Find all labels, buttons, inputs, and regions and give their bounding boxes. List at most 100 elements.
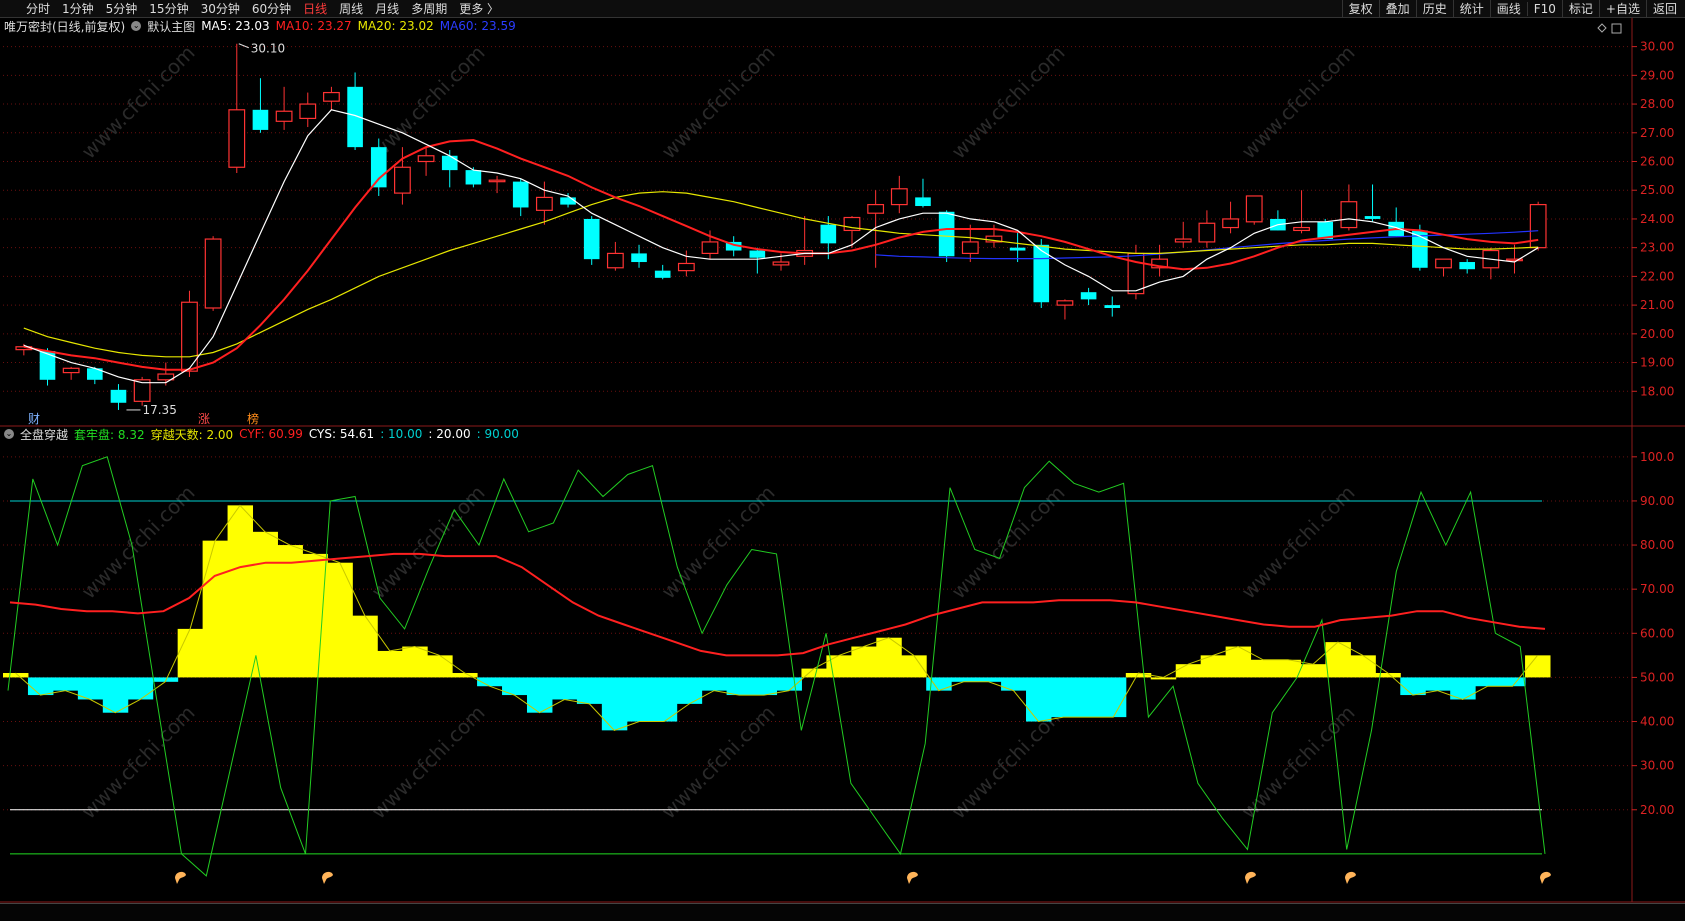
candle-body-up — [677, 262, 695, 272]
signal-flag-icon — [1345, 871, 1356, 884]
histogram-bar — [951, 677, 977, 682]
candle-body-down — [1364, 216, 1381, 219]
signal-flag-icon — [322, 871, 333, 884]
watermark: www.cfchi.com — [1237, 701, 1360, 824]
candle-body-down — [749, 250, 766, 258]
histogram-bar — [402, 646, 428, 678]
date-axis-bar — [0, 903, 1685, 921]
histogram-bar — [1026, 677, 1052, 722]
histogram-bar — [1400, 677, 1426, 696]
histogram-bar — [202, 540, 229, 678]
high-pointer — [238, 43, 249, 49]
signal-flag-shape — [1540, 871, 1551, 884]
candle-body-up — [1245, 195, 1263, 223]
watermark: www.cfchi.com — [1237, 481, 1360, 604]
watermark: www.cfchi.com — [947, 41, 1070, 164]
candle-body-down — [1009, 247, 1026, 251]
histogram-bar — [676, 677, 703, 704]
candle-body-up — [535, 196, 553, 211]
high-label: 30.10 — [251, 42, 285, 56]
candle-body-up — [417, 155, 435, 163]
histogram-bar — [1275, 659, 1301, 678]
event-marker-bang: 榜 — [247, 411, 259, 426]
histogram-bar — [327, 562, 353, 678]
signal-flag-shape — [322, 871, 333, 884]
candle-body-up — [228, 109, 246, 168]
main-tick-label: 27.00 — [1640, 126, 1674, 140]
histogram-bar — [1350, 655, 1376, 678]
watermark: www.cfchi.com — [1237, 41, 1360, 164]
candle-body-down — [465, 170, 482, 185]
main-tick-label: 23.00 — [1640, 241, 1674, 255]
sub-tick-label: 50.00 — [1640, 670, 1674, 684]
histogram-bar — [851, 646, 877, 678]
histogram-bar — [227, 505, 254, 678]
signal-flag-shape — [1245, 871, 1256, 884]
sub-tick-label: 30.00 — [1640, 759, 1674, 773]
histogram-bar — [551, 677, 578, 700]
watermark: www.cfchi.com — [367, 481, 490, 604]
candle-body-down — [654, 270, 671, 278]
candle-body-up — [488, 179, 506, 183]
watermark: www.cfchi.com — [657, 41, 780, 164]
candle-body-down — [110, 389, 127, 403]
main-tick-label: 22.00 — [1640, 269, 1674, 283]
watermark: www.cfchi.com — [77, 701, 200, 824]
candle-body-down — [1080, 292, 1097, 300]
event-marker-cai: 财 — [28, 412, 40, 426]
candle-body-up — [1174, 238, 1192, 243]
candle-body-up — [1293, 226, 1310, 232]
candle-body-up — [204, 238, 222, 309]
candle-body-down — [583, 218, 600, 260]
candle-body-down — [441, 155, 458, 171]
histogram-bar — [1300, 664, 1326, 678]
candle-body-up — [1198, 222, 1216, 243]
main-tick-label: 18.00 — [1640, 384, 1674, 398]
signal-flag-shape — [1345, 871, 1356, 884]
signal-flag-icon — [907, 871, 918, 884]
histogram-bar — [1500, 677, 1526, 687]
watermark: www.cfchi.com — [367, 701, 490, 824]
histogram-bar — [776, 677, 802, 691]
histogram-bar — [601, 677, 628, 731]
histogram-bar — [726, 677, 753, 696]
sub-tick-label: 80.00 — [1640, 538, 1674, 552]
chart-canvas[interactable]: 30.00 29.00 28.00 27.00 26.00 25.00 24.00 23.00… — [0, 0, 1685, 920]
sub-tick-label: 60.00 — [1640, 626, 1674, 640]
histogram-bar — [302, 553, 328, 678]
histogram-bar — [1425, 677, 1451, 691]
candle-body-up — [275, 110, 293, 122]
signal-flag-icon — [1245, 871, 1256, 884]
watermark: www.cfchi.com — [947, 481, 1070, 604]
candle-body-up — [961, 241, 979, 255]
candle-body-down — [560, 197, 576, 205]
candle-body-down — [938, 211, 955, 257]
candle-body-down — [820, 224, 837, 244]
candle-body-up — [1435, 258, 1452, 269]
histogram-bar — [1100, 677, 1127, 718]
main-tick-label: 30.00 — [1640, 40, 1674, 54]
histogram-bar — [27, 677, 54, 696]
histogram-bar — [1125, 673, 1152, 678]
low-label: 17.35 — [142, 403, 176, 417]
histogram-bar — [701, 677, 728, 691]
main-tick-label: 28.00 — [1640, 97, 1674, 111]
histogram-bar — [1001, 677, 1027, 691]
histogram-bar — [127, 677, 154, 700]
histogram-bar — [976, 677, 1002, 682]
candle-body-up — [867, 203, 885, 214]
candle-body-down — [1104, 305, 1121, 308]
ma20-line — [23, 191, 1539, 358]
histogram-bar — [1250, 659, 1277, 678]
histogram-bar — [427, 655, 453, 678]
event-marker-zhang: 涨 — [198, 411, 210, 426]
candle-body-down — [512, 181, 529, 208]
histogram-bar — [1075, 677, 1102, 718]
main-tick-label: 24.00 — [1640, 212, 1674, 226]
candle-body-up — [606, 252, 624, 269]
candle-body-up — [1127, 252, 1145, 295]
histogram-bar — [576, 677, 603, 704]
histogram-bar — [177, 628, 204, 678]
histogram-bar — [52, 677, 79, 691]
main-tick-label: 19.00 — [1640, 356, 1674, 370]
